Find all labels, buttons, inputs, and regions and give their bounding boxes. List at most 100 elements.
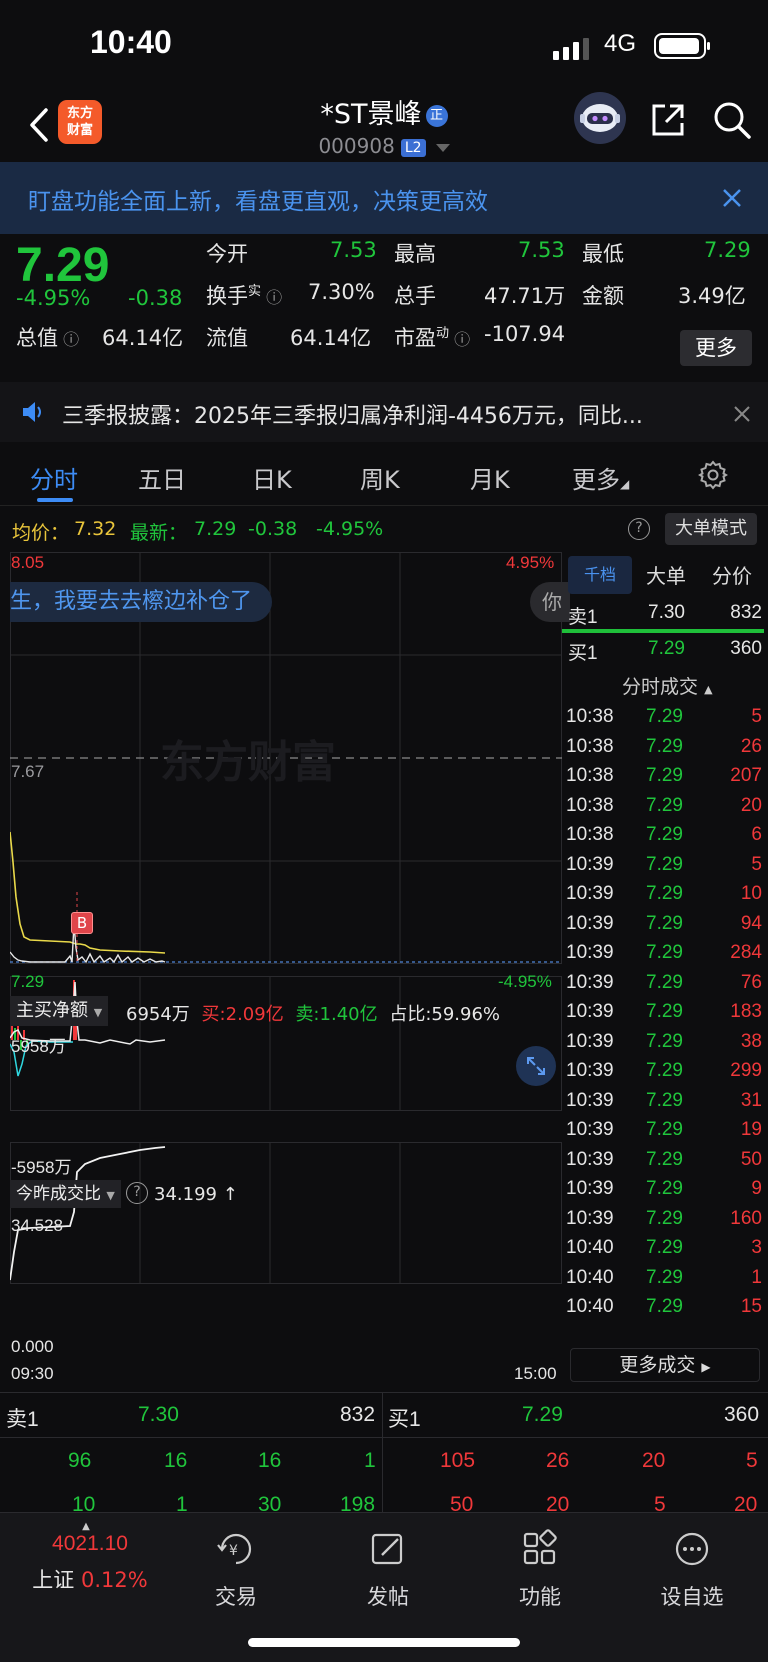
share-icon[interactable] — [650, 102, 686, 138]
trade-price: 7.29 — [646, 1148, 683, 1170]
trade-price: 7.29 — [646, 1060, 683, 1081]
tab-big-orders[interactable]: 大单 — [646, 560, 686, 589]
trade-row: 10:39 7.29 299 — [562, 1056, 768, 1087]
trade-row: 10:39 7.29 9 — [562, 1174, 768, 1205]
trade-row: 10:39 7.29 284 — [562, 938, 768, 969]
big-order-mode-button[interactable]: 大单模式 — [665, 513, 757, 545]
ask1-volume: 832 — [340, 1403, 376, 1426]
trade-row: 10:39 7.29 38 — [562, 1027, 768, 1058]
netbuy-indicator-select[interactable]: 主买净额 ▼ — [10, 996, 109, 1026]
latest-value: 7.29 — [194, 518, 237, 540]
help-icon[interactable]: ? — [126, 1182, 148, 1204]
verified-badge: 正 — [425, 104, 448, 127]
gear-icon[interactable] — [698, 460, 728, 490]
trade-volume: 50 — [740, 1148, 762, 1170]
trade-price: 7.29 — [646, 794, 683, 816]
trade-volume: 94 — [740, 912, 762, 934]
trade-time: 10:39 — [566, 883, 614, 904]
trade-volume: 207 — [730, 765, 762, 786]
chevron-down-icon — [435, 143, 450, 152]
trade-row: 10:39 7.29 76 — [562, 968, 768, 999]
volratio-value: 34.199 ↑ — [154, 1184, 238, 1205]
trade-time: 10:40 — [566, 1266, 614, 1288]
status-bar: 10:40 4G — [0, 0, 768, 92]
expand-icon[interactable] — [516, 1046, 556, 1086]
trade-volume: 19 — [740, 1119, 762, 1140]
tab-more[interactable]: 更多◢ — [572, 460, 629, 495]
trade-time: 10:38 — [566, 794, 614, 816]
trade-row: 10:39 7.29 31 — [562, 1086, 768, 1117]
volratio-indicator-select[interactable]: 今昨成交比 ▼ — [10, 1180, 121, 1208]
intraday-chart[interactable]: 东方财富 — [10, 552, 562, 1380]
tab-price-distribution[interactable]: 分价 — [712, 560, 752, 589]
watermark-text: 东方财富 — [160, 737, 336, 788]
index-percent: 0.12% — [80, 1568, 148, 1592]
avg-value: 7.32 — [74, 518, 117, 540]
help-icon[interactable]: ? — [628, 518, 650, 540]
open-value: 7.53 — [330, 238, 377, 262]
netbuy-row: 6954万 买:2.09亿 卖:1.40亿 占比:59.96% — [126, 1004, 501, 1025]
danmu-comment[interactable]: 生，我要去去檫边补仓了 — [10, 582, 273, 622]
nav-functions[interactable]: 功能 — [480, 1529, 600, 1611]
trade-time: 10:39 — [566, 1060, 614, 1081]
trade-time: 10:39 — [566, 1148, 614, 1170]
tab-intraday[interactable]: 分时 — [30, 460, 78, 495]
book-separator — [0, 1437, 768, 1438]
nav-index[interactable]: ▲ 4021.10 上证 0.12% — [20, 1521, 160, 1594]
more-trades-button[interactable]: 更多成交 ▶ — [570, 1348, 760, 1382]
trade-row: 10:39 7.29 50 — [562, 1145, 768, 1176]
ask-queue: 96 — [68, 1449, 92, 1472]
tab-daily-k[interactable]: 日K — [252, 460, 292, 495]
trade-row: 10:39 7.29 160 — [562, 1204, 768, 1235]
trade-price: 7.29 — [646, 1178, 683, 1199]
chart-tabs: 分时 五日 日K 周K 月K 更多◢ — [0, 446, 768, 506]
trades-title[interactable]: 分时成交 ▲ — [622, 672, 713, 699]
index-name: 上证 — [32, 1568, 75, 1592]
more-dots-icon — [675, 1532, 709, 1566]
amount-value: 3.49亿 — [678, 284, 746, 308]
trade-time: 10:38 — [566, 706, 614, 727]
bid1-price: 7.29 — [522, 1403, 563, 1426]
nav-trade[interactable]: ¥ 交易 — [176, 1529, 296, 1611]
low-label: 最低 — [582, 242, 624, 266]
nav-add-watchlist[interactable]: 设自选 — [632, 1529, 752, 1611]
notice-bar[interactable]: 三季报披露：2025年三季报归属净利润-4456万元，同比... — [0, 382, 768, 442]
back-button[interactable] — [20, 100, 60, 150]
bid1-row: 买1 7.29 360 — [568, 638, 762, 664]
trade-time: 10:39 — [566, 971, 614, 993]
trade-volume: 5 — [751, 706, 762, 727]
tab-monthly-k[interactable]: 月K — [470, 460, 510, 495]
index-value: 4021.10 — [52, 1532, 128, 1555]
app-logo[interactable]: 东方 财富 — [58, 100, 102, 144]
nav-post[interactable]: 发帖 — [328, 1529, 448, 1611]
chart-y-top: 8.05 — [11, 553, 45, 572]
tab-five-day[interactable]: 五日 — [138, 460, 186, 495]
robot-assistant-icon[interactable] — [574, 92, 626, 144]
close-icon[interactable] — [732, 404, 752, 424]
time-start: 09:30 — [11, 1364, 54, 1383]
promo-banner[interactable]: 盯盘功能全面上新，看盘更直观，决策更高效 — [0, 162, 768, 234]
high-label: 最高 — [394, 242, 436, 266]
trade-volume: 38 — [740, 1030, 762, 1052]
trade-time: 10:39 — [566, 1030, 614, 1052]
trade-time: 10:40 — [566, 1296, 614, 1317]
tab-level-book[interactable]: 千档 — [568, 556, 632, 594]
trade-price: 7.29 — [646, 883, 683, 904]
more-quote-button[interactable]: 更多 — [680, 330, 752, 366]
latest-label: 最新： — [130, 522, 188, 544]
buy-amount: 2.09亿 — [225, 1004, 284, 1025]
buy-marker[interactable]: B — [71, 912, 93, 934]
trade-price: 7.29 — [646, 1119, 683, 1140]
float-value: 64.14亿 — [290, 326, 372, 350]
trade-price: 7.29 — [646, 1266, 683, 1288]
battery-icon — [654, 33, 710, 59]
turnover-value: 7.30% — [308, 280, 375, 304]
low-value: 7.29 — [704, 238, 751, 262]
trade-row: 10:39 7.29 10 — [562, 879, 768, 910]
home-indicator[interactable] — [248, 1638, 520, 1647]
close-icon[interactable] — [718, 184, 746, 212]
tab-weekly-k[interactable]: 周K — [360, 460, 400, 495]
trade-volume: 6 — [751, 824, 762, 845]
bid-queue: 105 — [440, 1449, 476, 1472]
search-icon[interactable] — [712, 100, 752, 140]
